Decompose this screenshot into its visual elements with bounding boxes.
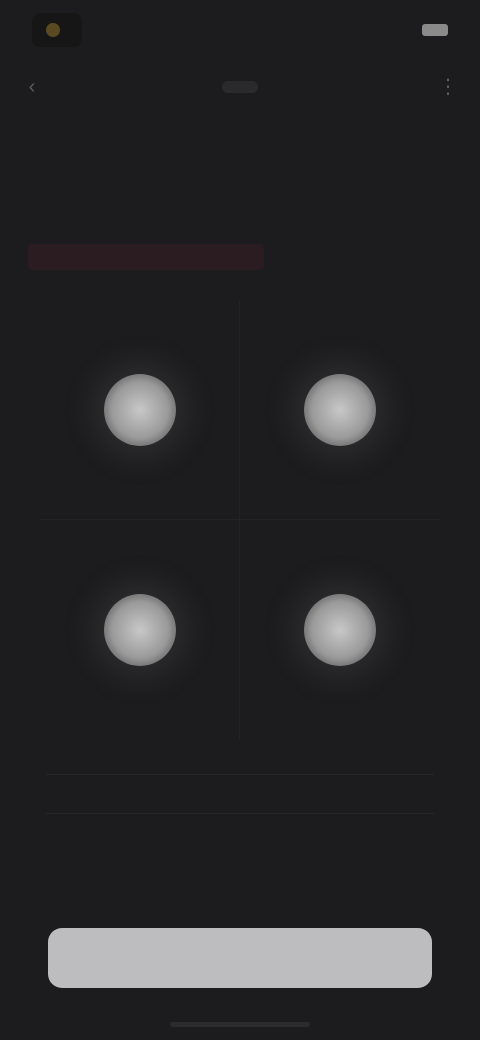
option-grid — [40, 300, 440, 740]
chevron-left-icon[interactable]: ‹ — [22, 77, 42, 97]
option-orb-icon — [104, 374, 176, 446]
option-cell-2[interactable] — [240, 300, 440, 520]
warning-text — [28, 244, 264, 270]
option-cell-1[interactable] — [40, 300, 240, 520]
nav-bar: ‹ ⋮ — [0, 62, 480, 112]
status-left — [32, 13, 82, 47]
option-orb-icon — [304, 374, 376, 446]
battery-icon — [422, 24, 448, 36]
option-cell-3[interactable] — [40, 520, 240, 740]
more-icon[interactable]: ⋮ — [438, 77, 458, 97]
app-icon — [46, 23, 60, 37]
status-right — [416, 24, 448, 36]
primary-button[interactable] — [48, 928, 432, 988]
option-cell-4[interactable] — [240, 520, 440, 740]
option-orb-icon — [104, 594, 176, 666]
status-bar — [0, 0, 480, 60]
info-row — [46, 774, 434, 814]
option-orb-icon — [304, 594, 376, 666]
page-title — [222, 81, 258, 93]
home-indicator — [170, 1022, 310, 1027]
